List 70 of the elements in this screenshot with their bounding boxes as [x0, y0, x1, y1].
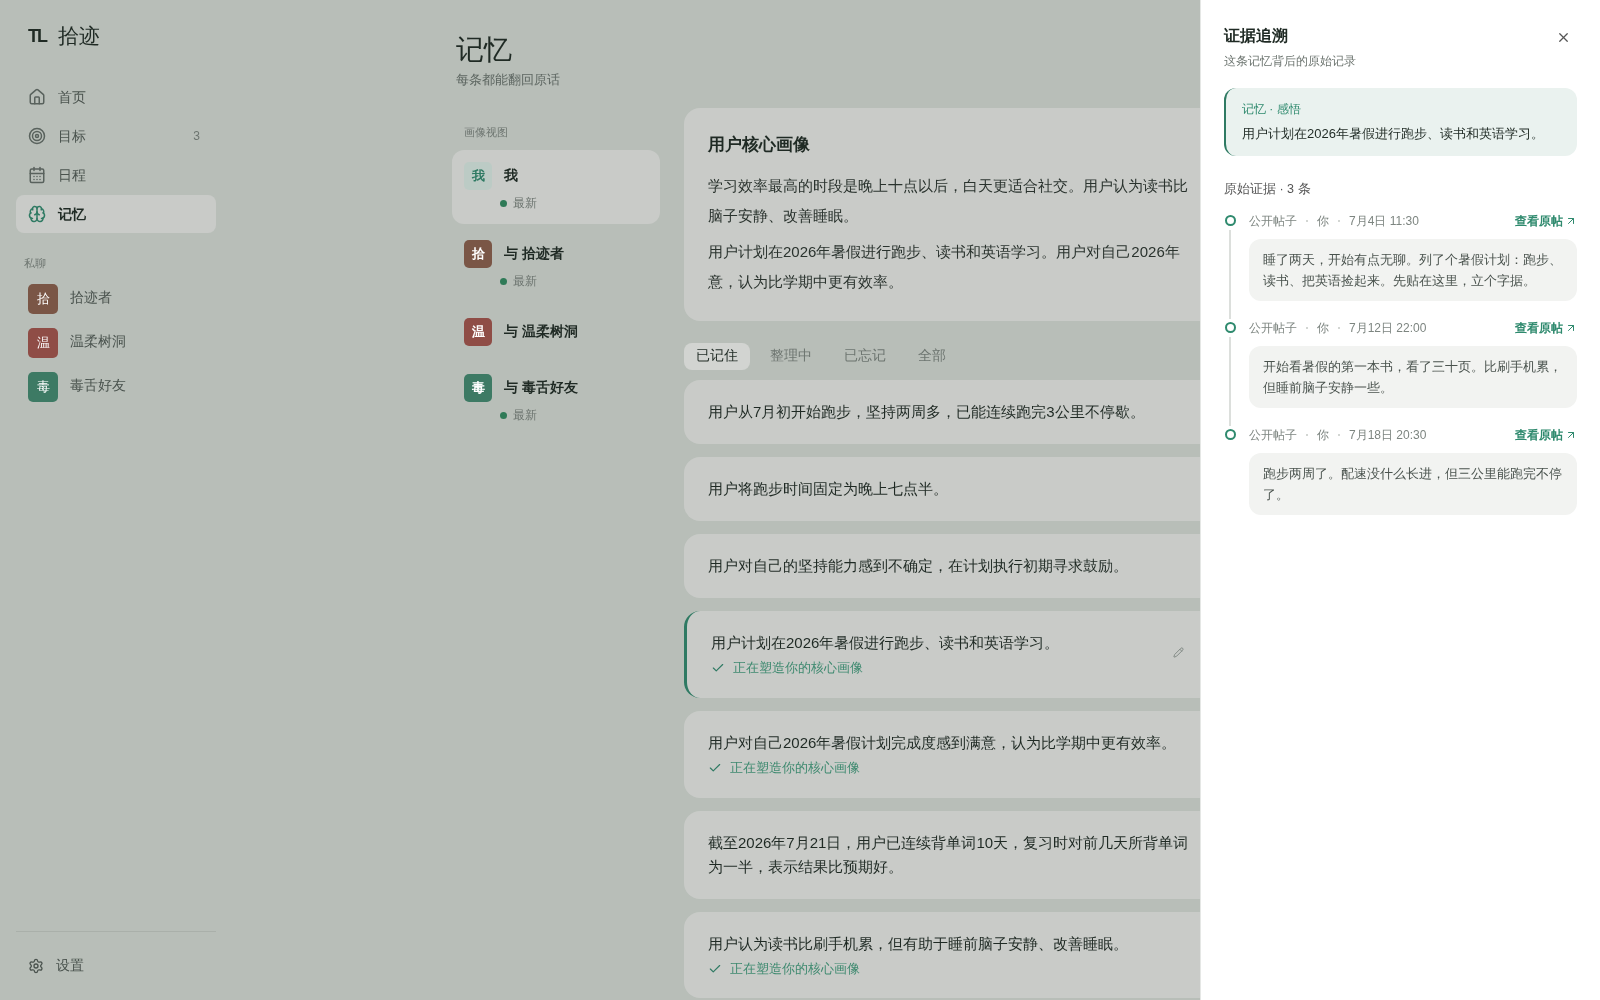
- avatar: 毒: [464, 374, 492, 402]
- chat-item[interactable]: 温 温柔树洞: [28, 327, 204, 358]
- chat-item[interactable]: 毒 毒舌好友: [28, 371, 204, 402]
- card-title: 用户核心画像: [708, 133, 810, 156]
- avatar: 温: [28, 327, 58, 358]
- page-subtitle: 每条都能翻回原话: [455, 71, 560, 89]
- memory-card[interactable]: 用户对自己的坚持能力感到不确定，在计划执行初期寻求鼓励。: [684, 534, 1200, 598]
- profile-paragraph: 学习效率最高的时段是晚上十点以后，白天更适合社交。用户认为读书比 脑子安静、改善睡眠。: [708, 176, 1188, 226]
- profile-item[interactable]: 我 我 最新: [452, 150, 660, 224]
- avatar: 拾: [464, 240, 492, 268]
- view-post-link[interactable]: 查看原帖: [1515, 319, 1577, 338]
- section-heading: 私聊: [23, 256, 47, 271]
- count-label: 3: [193, 128, 201, 145]
- memory-text: 用户对自己2026年暑假计划完成度感到满意，认为比学期中更有效率。: [708, 732, 1177, 753]
- post-excerpt: 睡了两天，开始有点无聊。列了个暑假计划：跑步、读书、把英语捡起来。先贴在这里，立个字据。: [1249, 239, 1577, 302]
- avatar: 拾: [28, 283, 58, 314]
- post-excerpt: 开始看暑假的第一本书，看了三十页。比刷手机累，但睡前脑子安静一些。: [1249, 346, 1577, 409]
- memory-card[interactable]: 用户认为读书比刷手机累，但有助于睡前脑子安静、改善睡眠。 正在塑造你的核心画像: [684, 911, 1200, 999]
- post-time: 7月18日 20:30: [1349, 427, 1427, 445]
- source-label: 公开帖子: [1249, 320, 1297, 338]
- memory-card[interactable]: 用户计划在2026年暑假进行跑步、读书和英语学习。 正在塑造你的核心画像: [684, 611, 1200, 698]
- profile-item[interactable]: 毒 与 毒舌好友 最新: [452, 362, 660, 436]
- memory-text: 用户计划在2026年暑假进行跑步、读书和英语学习。: [711, 633, 1060, 653]
- source-label: 公开帖子: [1249, 427, 1297, 445]
- nav-item[interactable]: 记忆: [16, 195, 216, 233]
- nav-item[interactable]: 日程: [16, 156, 216, 194]
- shaping-label: 正在塑造你的核心画像: [733, 660, 863, 677]
- status-label: 最新: [513, 273, 537, 290]
- section-heading: 原始证据 · 3 条: [1224, 180, 1311, 198]
- profile-item[interactable]: 拾 与 拾迹者 最新: [452, 228, 660, 302]
- avatar: 温: [464, 318, 492, 346]
- memory-card[interactable]: 用户从7月初开始跑步，坚持两周多，已能连续跑完3公里不停歇。: [684, 380, 1200, 444]
- view-post-link[interactable]: 查看原帖: [1515, 426, 1577, 445]
- memory-text: 用户从7月初开始跑步，坚持两周多，已能连续跑完3公里不停歇。: [708, 402, 1145, 422]
- author-label: 你: [1317, 427, 1329, 445]
- memory-text: 用户对自己的坚持能力感到不确定，在计划执行初期寻求鼓励。: [708, 556, 1128, 576]
- memory-card[interactable]: 用户对自己2026年暑假计划完成度感到满意，认为比学期中更有效率。 正在塑造你的核心画像: [684, 710, 1200, 798]
- profile-item[interactable]: 温 与 温柔树洞: [452, 306, 660, 358]
- drawer-title: 证据追溯: [1224, 26, 1288, 46]
- author-label: 你: [1317, 320, 1329, 338]
- memory-card[interactable]: 用户将跑步时间固定为晚上七点半。: [684, 457, 1200, 521]
- post-time: 7月12日 22:00: [1349, 320, 1427, 338]
- shaping-label: 正在塑造你的核心画像: [730, 759, 860, 777]
- memory-text: 截至2026年7月21日，用户已连续背单词10天，复习时对前几天所背单词 为一半，表示结果比预期好。: [708, 832, 1189, 877]
- shaping-label: 正在塑造你的核心画像: [730, 960, 860, 978]
- status-label: 最新: [513, 195, 537, 212]
- source-label: 公开帖子: [1249, 213, 1297, 231]
- profile-paragraph: 用户计划在2026年暑假进行跑步、读书和英语学习。用户对自己2026年 意，认为比学期中更有效率。: [708, 242, 1180, 292]
- author-label: 你: [1317, 213, 1329, 231]
- chat-item[interactable]: 拾 拾迹者: [28, 283, 204, 314]
- memory-card[interactable]: 截至2026年7月21日，用户已连续背单词10天，复习时对前几天所背单词 为一半，表示结果比预期好。: [684, 810, 1200, 899]
- filter-tab[interactable]: 已记住: [684, 343, 750, 370]
- drawer-subtitle: 这条记忆背后的原始记录: [1224, 53, 1356, 70]
- post-time: 7月4日 11:30: [1349, 213, 1419, 231]
- avatar: 毒: [28, 371, 58, 402]
- memory-text: 用户将跑步时间固定为晚上七点半。: [708, 479, 948, 499]
- section-heading: 画像视图: [463, 124, 509, 140]
- nav-item[interactable]: 首页: [16, 78, 216, 116]
- post-excerpt: 跑步两周了。配速没什么长进，但三公里能跑完不停了。: [1249, 453, 1577, 516]
- memory-meta: 记忆 · 感悟: [1242, 101, 1301, 118]
- view-post-link[interactable]: 查看原帖: [1515, 212, 1577, 231]
- settings-item[interactable]: 设置: [28, 955, 204, 976]
- avatar: 我: [464, 162, 492, 190]
- nav-item[interactable]: 目标 3: [16, 117, 216, 155]
- memory-text: 用户认为读书比刷手机累，但有助于睡前脑子安静、改善睡眠。: [708, 933, 1128, 954]
- logo-mark: TL: [28, 24, 46, 48]
- app-name: 拾迹: [58, 23, 100, 50]
- status-label: 最新: [513, 407, 537, 424]
- memory-text: 用户计划在2026年暑假进行跑步、读书和英语学习。: [1242, 125, 1544, 143]
- page-title: 记忆: [455, 33, 512, 67]
